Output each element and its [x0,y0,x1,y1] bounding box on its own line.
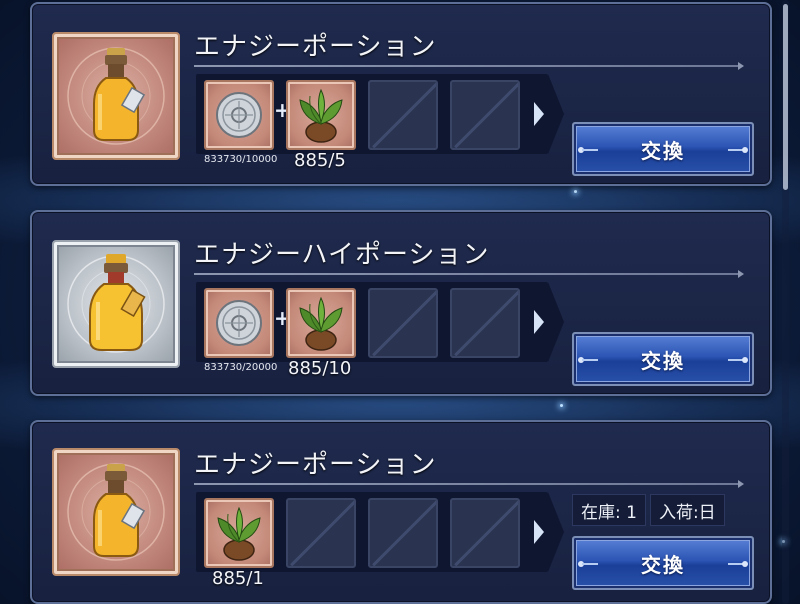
exchange-card: エナジーポーション 885/1 在庫: 1 入荷:日 交換 [30,420,772,604]
exchange-button-label: 交換 [641,348,685,373]
sparkle [560,404,563,407]
empty-slot [450,80,520,150]
empty-slot [368,288,438,358]
material-count: 885/5 [294,150,346,171]
silver-coin-icon [216,92,262,138]
arrow-right-icon [534,310,544,334]
strip-arrow [548,492,564,572]
potion-bottle-icon [67,463,165,561]
material-slot[interactable] [204,288,274,358]
exchange-button[interactable]: 交換 [572,122,754,176]
strip-arrow [548,74,564,154]
restock-info: 入荷:日 [649,494,725,526]
exchange-card: エナジーポーション + 833730/10000 885/5 交換 [30,2,772,186]
high-potion-bottle-icon [67,254,165,353]
material-count: 885/10 [288,358,352,379]
exchange-button[interactable]: 交換 [572,332,754,386]
potion-bottle-icon [67,47,165,145]
sparkle [574,190,577,193]
material-slot[interactable] [204,498,274,568]
result-item-frame[interactable] [52,32,180,160]
arrow-right-icon [534,520,544,544]
empty-slot [286,498,356,568]
exchange-button-label: 交換 [641,138,685,163]
herb-pot-icon [217,506,261,561]
material-slot[interactable] [286,288,356,358]
name-divider [194,480,744,488]
silver-coin-icon [216,300,262,346]
strip-arrow [548,282,564,362]
herb-pot-icon [299,296,343,351]
stock-count: 在庫: 1 [572,494,646,526]
material-slot[interactable] [286,80,356,150]
arrow-right-icon [534,102,544,126]
exchange-button-label: 交換 [641,552,685,577]
name-divider [194,270,744,278]
empty-slot [450,288,520,358]
item-name: エナジーポーション [194,450,437,480]
exchange-card: エナジーハイポーション + 833730/20000 885/10 交換 [30,210,772,396]
name-divider [194,62,744,70]
result-item-frame[interactable] [52,240,180,368]
herb-pot-icon [299,88,343,143]
material-slot[interactable] [204,80,274,150]
item-name: エナジーポーション [194,32,437,62]
result-item-frame[interactable] [52,448,180,576]
scrollbar-thumb[interactable] [783,4,788,190]
empty-slot [450,498,520,568]
stock-info: 在庫: 1 入荷:日 [572,494,725,526]
empty-slot [368,498,438,568]
material-count: 833730/10000 [204,154,278,165]
item-name: エナジーハイポーション [194,240,490,270]
material-count: 885/1 [212,568,264,589]
material-count: 833730/20000 [204,362,278,373]
exchange-button[interactable]: 交換 [572,536,754,590]
empty-slot [368,80,438,150]
